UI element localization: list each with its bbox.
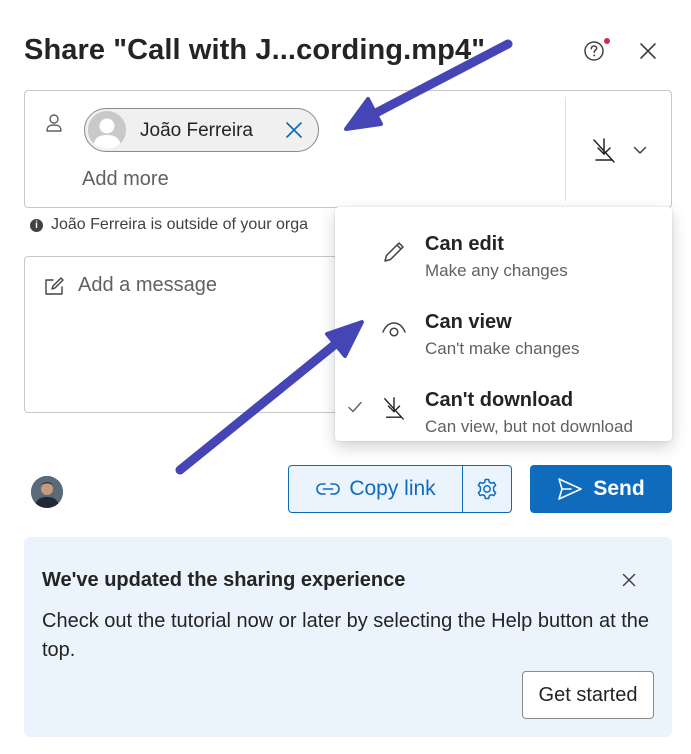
info-icon: i <box>30 218 43 232</box>
menu-item-can-edit[interactable]: Can edit Make any changes <box>335 217 672 295</box>
menu-item-can-view[interactable]: Can view Can't make changes <box>335 295 672 373</box>
banner-title: We've updated the sharing experience <box>42 569 406 591</box>
avatar <box>88 111 126 149</box>
no-download-icon <box>381 395 407 421</box>
send-label: Send <box>593 477 645 500</box>
copy-link-button[interactable]: Copy link <box>289 466 463 512</box>
menu-item-title: Can't download <box>425 389 574 411</box>
banner-body: Check out the tutorial now or later by s… <box>42 610 650 661</box>
owner-avatar <box>31 476 63 508</box>
link-icon <box>316 483 341 495</box>
recipient-chip[interactable]: João Ferreira <box>84 108 319 152</box>
menu-item-subtitle: Can't make changes <box>425 339 580 358</box>
permission-menu: Can edit Make any changes Can view Can't… <box>335 207 672 441</box>
dismiss-icon <box>286 122 302 138</box>
external-user-notice: i João Ferreira is outside of your orga <box>30 216 330 234</box>
remove-recipient-button[interactable] <box>283 119 305 141</box>
link-settings-button[interactable] <box>463 466 511 512</box>
send-button[interactable]: Send <box>530 465 672 513</box>
no-download-icon <box>593 138 615 163</box>
checkmark-icon <box>348 401 362 413</box>
copy-link-label: Copy link <box>349 477 436 500</box>
permission-dropdown-button[interactable] <box>583 130 653 170</box>
get-started-button[interactable]: Get started <box>522 671 654 719</box>
recipient-name: João Ferreira <box>140 120 253 141</box>
dismiss-icon <box>622 573 636 587</box>
banner-close-button[interactable] <box>618 569 640 591</box>
edit-note-icon <box>45 277 64 295</box>
menu-item-subtitle: Can view, but not download <box>425 417 633 436</box>
notification-dot <box>604 38 610 44</box>
pencil-icon <box>381 239 407 265</box>
question-circle-icon <box>584 41 604 61</box>
gear-icon <box>477 478 497 500</box>
send-icon <box>558 478 583 500</box>
divider <box>565 97 566 201</box>
message-placeholder: Add a message <box>78 274 217 296</box>
chevron-down-icon <box>633 146 647 154</box>
person-icon <box>46 114 62 132</box>
eye-icon <box>381 317 407 343</box>
copy-link-group: Copy link <box>288 465 512 513</box>
close-button[interactable] <box>634 37 662 65</box>
dismiss-icon <box>640 43 656 59</box>
add-more-input[interactable]: Add more <box>82 168 169 191</box>
notice-text: João Ferreira is outside of your orga <box>51 216 309 233</box>
menu-item-title: Can edit <box>425 233 504 255</box>
menu-item-cant-download[interactable]: Can't download Can view, but not downloa… <box>335 373 672 451</box>
menu-item-subtitle: Make any changes <box>425 261 568 280</box>
dialog-title: Share "Call with J...cording.mp4" <box>24 34 486 66</box>
menu-item-title: Can view <box>425 311 512 333</box>
